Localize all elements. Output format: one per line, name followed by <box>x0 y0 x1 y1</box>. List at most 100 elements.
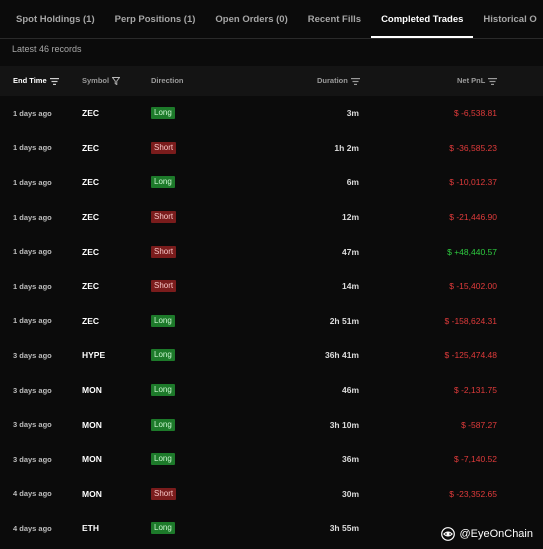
net-pnl-cell: $ -158,624.31 <box>444 315 497 326</box>
table-row[interactable]: 4 days ago MON Short 30m $ -23,352.65 <box>0 477 543 512</box>
table-row[interactable]: 3 days ago MON Long 3h 10m $ -587.27 <box>0 407 543 442</box>
duration-cell: 30m <box>341 488 359 499</box>
direction-cell: Short <box>151 131 177 166</box>
records-count: Latest 46 records <box>12 44 82 54</box>
long-badge: Long <box>151 384 175 397</box>
table-row[interactable]: 1 days ago ZEC Short 12m $ -21,446.90 <box>0 200 543 235</box>
net-pnl-cell: $ -7,140.52 <box>453 454 497 465</box>
table-header: End Time Symbol Direction Duration Net P… <box>0 66 543 96</box>
duration-cell: 2h 51m <box>329 315 359 326</box>
net-pnl-cell: $ +48,440.57 <box>447 246 497 257</box>
eye-logo-icon <box>441 527 456 541</box>
table-row[interactable]: 1 days ago ZEC Short 14m $ -15,402.00 <box>0 269 543 304</box>
direction-cell: Long <box>151 165 175 200</box>
tab-recent-fills[interactable]: Recent Fills <box>298 0 371 38</box>
short-badge: Short <box>151 280 177 293</box>
net-pnl-cell: $ -21,446.90 <box>449 212 497 223</box>
filter-icon[interactable] <box>112 77 121 85</box>
symbol-cell: ZEC <box>82 142 99 153</box>
net-pnl-cell: $ -6,538.81 <box>453 108 497 119</box>
net-pnl-cell: $ -10,012.37 <box>449 177 497 188</box>
long-badge: Long <box>151 314 175 327</box>
duration-cell: 46m <box>341 385 359 396</box>
tab-completed-trades[interactable]: Completed Trades <box>371 0 474 38</box>
duration-cell: 47m <box>341 246 359 257</box>
direction-cell: Long <box>151 407 175 442</box>
direction-cell: Long <box>151 373 175 408</box>
symbol-cell: MON <box>82 488 102 499</box>
table-row[interactable]: 1 days ago ZEC Short 47m $ +48,440.57 <box>0 234 543 269</box>
end-time-cell: 1 days ago <box>13 316 52 326</box>
column-symbol[interactable]: Symbol <box>82 66 121 96</box>
direction-cell: Long <box>151 304 175 339</box>
symbol-cell: ZEC <box>82 246 99 257</box>
column-duration-label: Duration <box>317 76 348 85</box>
net-pnl-cell: $ -587.27 <box>461 419 497 430</box>
tab-perp-positions[interactable]: Perp Positions (1) <box>105 0 206 38</box>
net-pnl-cell: $ -23,352.65 <box>449 488 497 499</box>
duration-cell: 6m <box>346 177 359 188</box>
long-badge: Long <box>151 107 175 120</box>
duration-cell: 1h 2m <box>334 142 359 153</box>
short-badge: Short <box>151 487 177 500</box>
column-net-pnl[interactable]: Net PnL <box>457 66 498 96</box>
long-badge: Long <box>151 349 175 362</box>
end-time-cell: 3 days ago <box>13 420 52 430</box>
net-pnl-cell: $ -36,585.23 <box>449 142 497 153</box>
end-time-cell: 4 days ago <box>13 523 52 533</box>
end-time-cell: 1 days ago <box>13 212 52 222</box>
symbol-cell: MON <box>82 454 102 465</box>
direction-cell: Long <box>151 442 175 477</box>
long-badge: Long <box>151 453 175 466</box>
direction-cell: Long <box>151 96 175 131</box>
long-badge: Long <box>151 522 175 535</box>
short-badge: Short <box>151 245 177 258</box>
table-row[interactable]: 3 days ago MON Long 36m $ -7,140.52 <box>0 442 543 477</box>
sort-icon[interactable] <box>49 77 59 85</box>
long-badge: Long <box>151 176 175 189</box>
end-time-cell: 3 days ago <box>13 385 52 395</box>
symbol-cell: HYPE <box>82 350 106 361</box>
watermark-text: @EyeOnChain <box>459 528 533 540</box>
tab-bar: Spot Holdings (1) Perp Positions (1) Ope… <box>0 0 543 39</box>
sort-icon[interactable] <box>350 77 360 85</box>
direction-cell: Short <box>151 269 177 304</box>
symbol-cell: ZEC <box>82 212 99 223</box>
end-time-cell: 4 days ago <box>13 489 52 499</box>
end-time-cell: 1 days ago <box>13 281 52 291</box>
column-duration[interactable]: Duration <box>317 66 360 96</box>
tab-open-orders[interactable]: Open Orders (0) <box>205 0 297 38</box>
direction-cell: Short <box>151 477 177 512</box>
duration-cell: 3h 10m <box>329 419 359 430</box>
net-pnl-cell: $ -15,402.00 <box>449 281 497 292</box>
long-badge: Long <box>151 418 175 431</box>
table-row[interactable]: 1 days ago ZEC Long 2h 51m $ -158,624.31 <box>0 304 543 339</box>
direction-cell: Short <box>151 200 177 235</box>
end-time-cell: 3 days ago <box>13 350 52 360</box>
symbol-cell: MON <box>82 385 102 396</box>
tab-spot-holdings[interactable]: Spot Holdings (1) <box>0 0 105 38</box>
sort-icon[interactable] <box>488 77 498 85</box>
column-net-pnl-label: Net PnL <box>457 76 486 85</box>
column-end-time[interactable]: End Time <box>13 66 59 96</box>
end-time-cell: 1 days ago <box>13 177 52 187</box>
column-direction: Direction <box>151 66 184 96</box>
column-direction-label: Direction <box>151 76 184 85</box>
duration-cell: 12m <box>341 212 359 223</box>
symbol-cell: ZEC <box>82 177 99 188</box>
net-pnl-cell: $ -125,474.48 <box>444 350 497 361</box>
tab-historical-orders[interactable]: Historical O <box>473 0 543 38</box>
table-row[interactable]: 1 days ago ZEC Long 6m $ -10,012.37 <box>0 165 543 200</box>
column-end-time-label: End Time <box>13 76 47 85</box>
table-row[interactable]: 1 days ago ZEC Long 3m $ -6,538.81 <box>0 96 543 131</box>
table-row[interactable]: 1 days ago ZEC Short 1h 2m $ -36,585.23 <box>0 131 543 166</box>
table-row[interactable]: 3 days ago MON Long 46m $ -2,131.75 <box>0 373 543 408</box>
duration-cell: 3m <box>346 108 359 119</box>
end-time-cell: 1 days ago <box>13 143 52 153</box>
net-pnl-cell: $ -2,131.75 <box>453 385 497 396</box>
direction-cell: Long <box>151 338 175 373</box>
symbol-cell: ZEC <box>82 281 99 292</box>
duration-cell: 3h 55m <box>329 523 359 534</box>
symbol-cell: ZEC <box>82 108 99 119</box>
table-row[interactable]: 3 days ago HYPE Long 36h 41m $ -125,474.48 <box>0 338 543 373</box>
